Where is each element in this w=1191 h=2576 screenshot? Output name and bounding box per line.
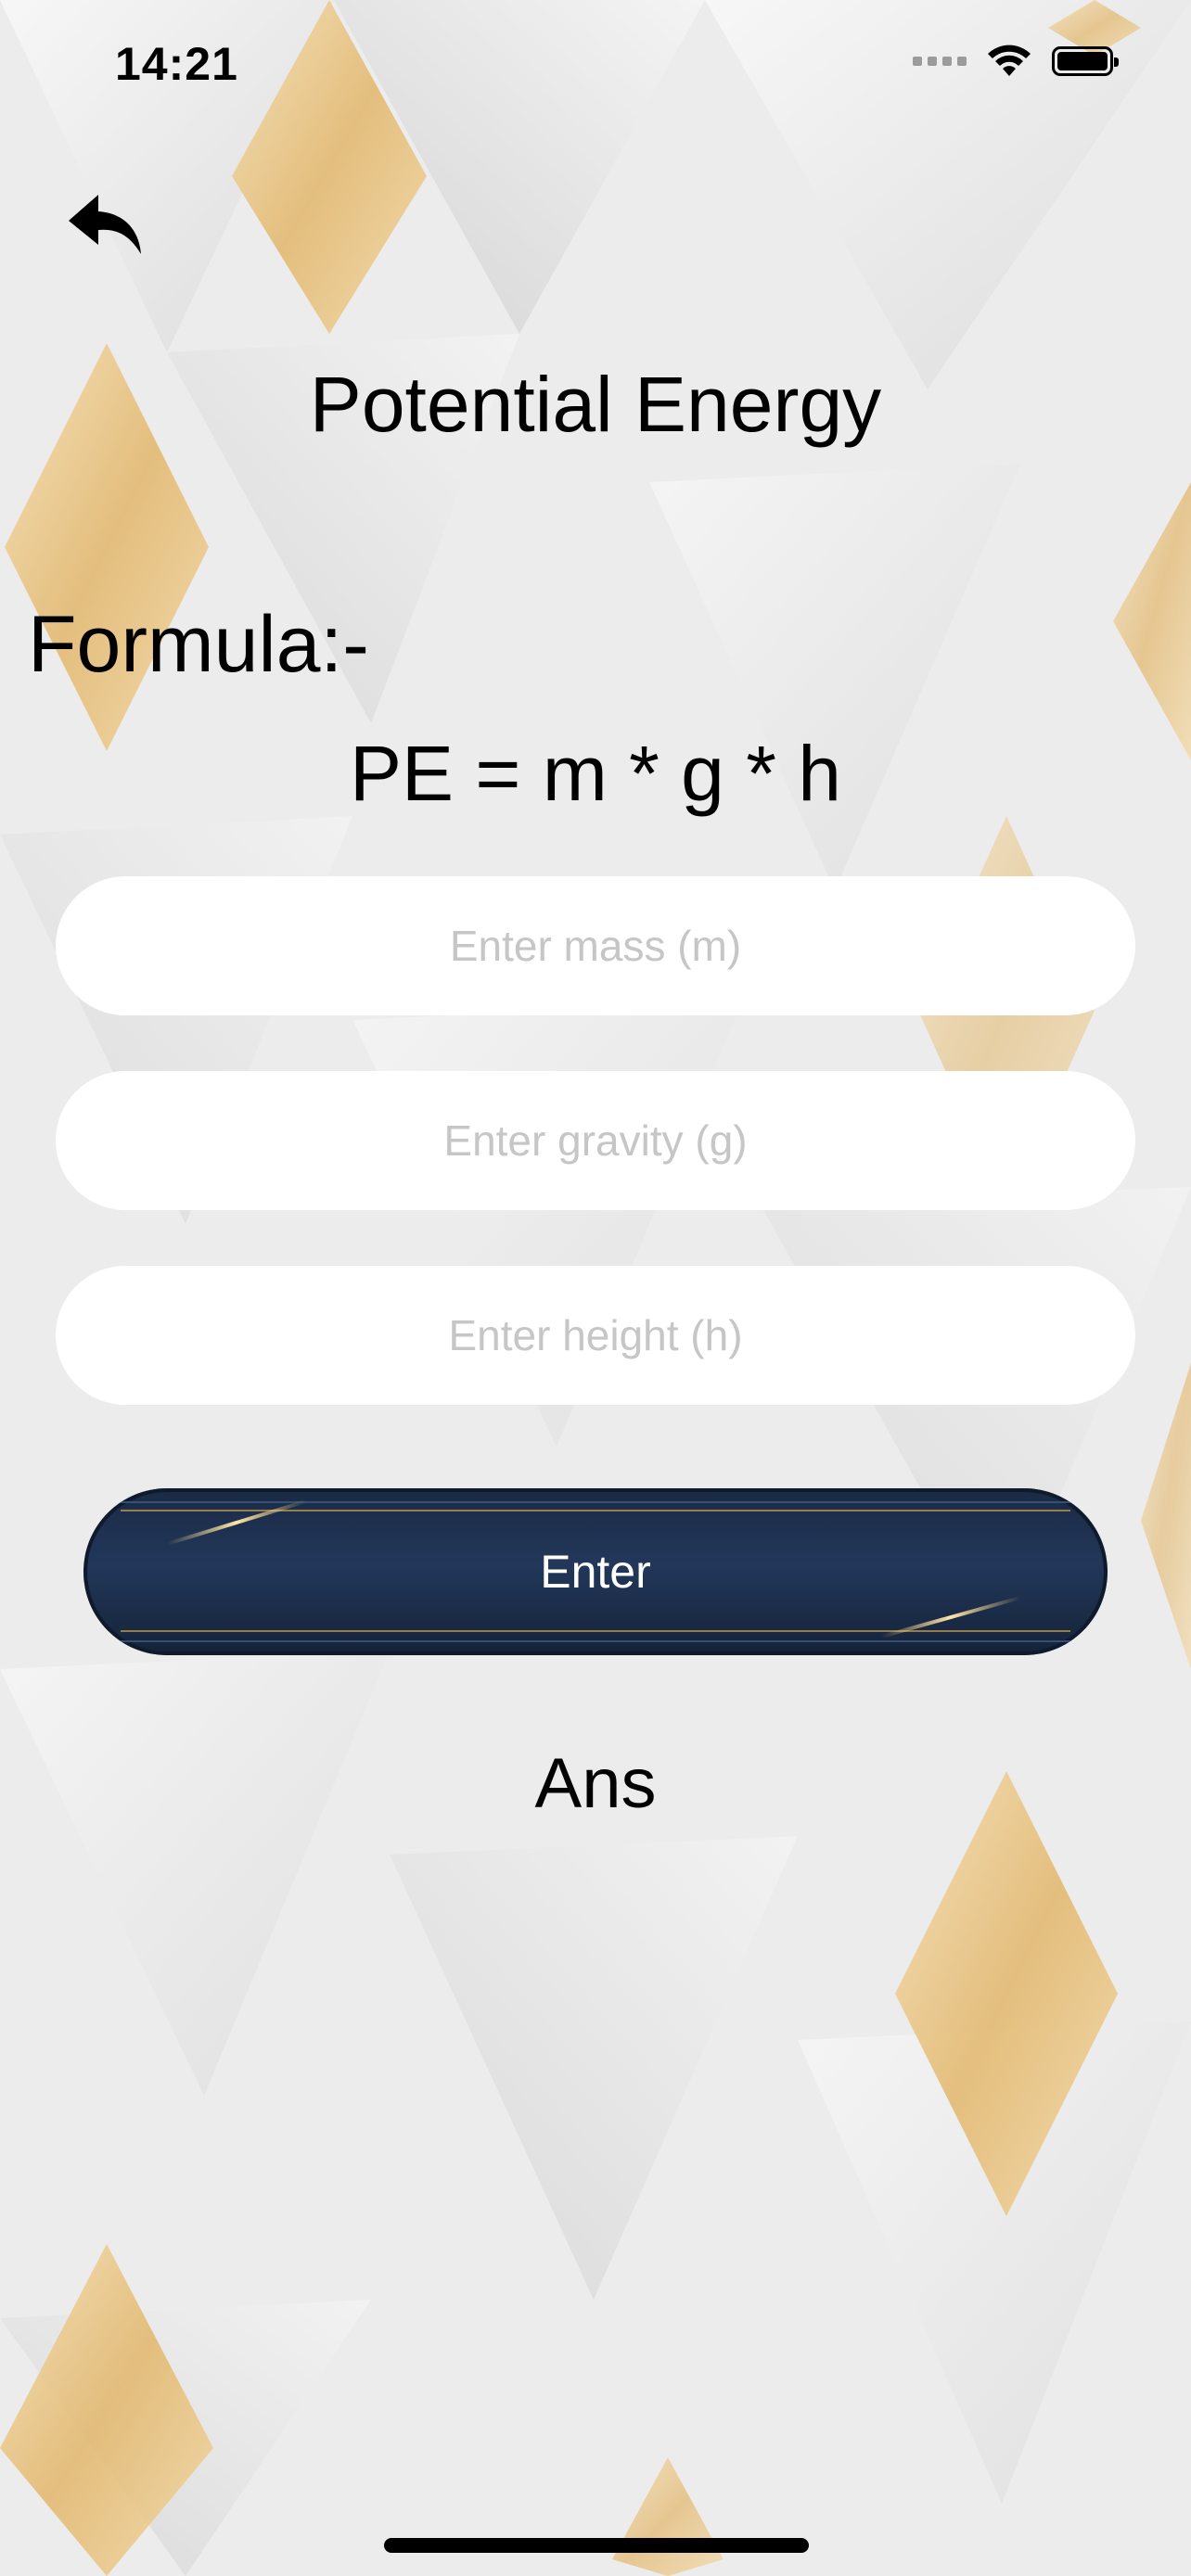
formula-expression: PE = m * g * h [350, 730, 841, 817]
status-icons [913, 45, 1119, 78]
gravity-input[interactable] [56, 1071, 1135, 1210]
reply-arrow-icon [69, 195, 141, 254]
battery-icon [1052, 46, 1119, 76]
cellular-signal-icon [913, 57, 967, 66]
home-indicator[interactable] [384, 2538, 809, 2553]
formula-label: Formula:- [28, 600, 369, 689]
enter-button-label: Enter [540, 1546, 651, 1598]
enter-button[interactable]: Enter [83, 1488, 1108, 1655]
height-input[interactable] [56, 1266, 1135, 1405]
wifi-icon [988, 45, 1031, 76]
page-title: Potential Energy [309, 361, 882, 448]
answer-label: Ans [534, 1744, 657, 1823]
status-time: 14:21 [115, 38, 238, 90]
mass-input[interactable] [56, 876, 1135, 1015]
back-button[interactable] [63, 182, 147, 265]
